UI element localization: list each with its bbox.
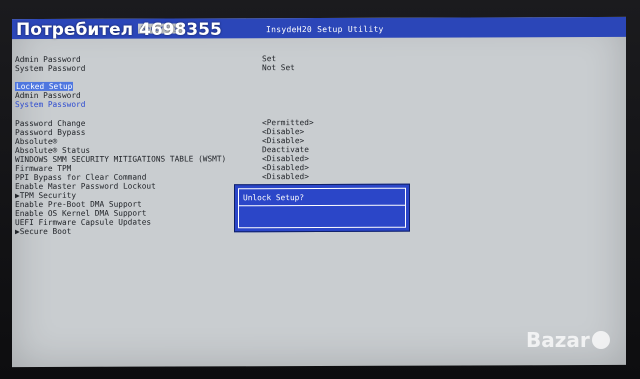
setting-label[interactable]: Enable Pre-Boot DMA Support	[15, 200, 142, 209]
setting-value[interactable]: <Disable>	[262, 136, 304, 145]
watermark-check-icon	[591, 330, 610, 349]
setting-label: Absolute® Status	[15, 145, 91, 156]
seller-overlay-text: Потребител 4698355	[16, 20, 222, 40]
setting-label[interactable]: Locked Setup	[15, 81, 74, 92]
setting-value: Set	[262, 54, 277, 64]
setting-label: Password Bypass	[15, 127, 86, 138]
bios-screen: Security InsydeH20 Setup Utility Admin P…	[12, 16, 626, 368]
utility-title: InsydeH20 Setup Utility	[266, 24, 384, 35]
dialog-message: Unlock Setup?	[243, 193, 305, 203]
setting-value: Not Set	[262, 63, 295, 73]
setting-label[interactable]: UEFI Firmware Capsule Updates	[15, 218, 151, 227]
setting-value: Deactivate	[262, 145, 309, 155]
setting-label[interactable]: ▶TPM Security	[15, 191, 76, 200]
watermark-text: Bazar	[526, 328, 590, 352]
unlock-setup-dialog[interactable]: Unlock Setup?	[234, 183, 410, 233]
setting-value[interactable]: <Disabled>	[262, 154, 309, 163]
setting-label: System Password	[15, 63, 86, 74]
setting-label: Firmware TPM	[15, 163, 72, 174]
setting-label: PPI Bypass for Clear Command	[15, 172, 147, 183]
setting-row: System Password Not Set	[15, 62, 615, 73]
setting-label[interactable]: Enable OS Kernel DMA Support	[15, 209, 146, 218]
setting-label[interactable]: Admin Password	[15, 91, 81, 100]
setting-value[interactable]: <Permitted>	[262, 118, 314, 127]
bazar-watermark: Bazar	[526, 328, 626, 368]
setting-value[interactable]: <Disable>	[262, 127, 304, 136]
setting-label: Admin Password	[15, 54, 81, 65]
setting-label: Absolute®	[15, 136, 58, 147]
setting-value[interactable]: <Disabled>	[262, 163, 309, 172]
setting-value[interactable]: <Disabled>	[262, 172, 309, 181]
setting-label: Password Change	[15, 118, 86, 129]
setting-row[interactable]: System Password	[15, 98, 615, 109]
setting-label[interactable]: Enable Master Password Lockout	[15, 182, 156, 191]
setting-label[interactable]: System Password	[15, 100, 85, 109]
setting-label[interactable]: ▶Secure Boot	[15, 227, 71, 236]
